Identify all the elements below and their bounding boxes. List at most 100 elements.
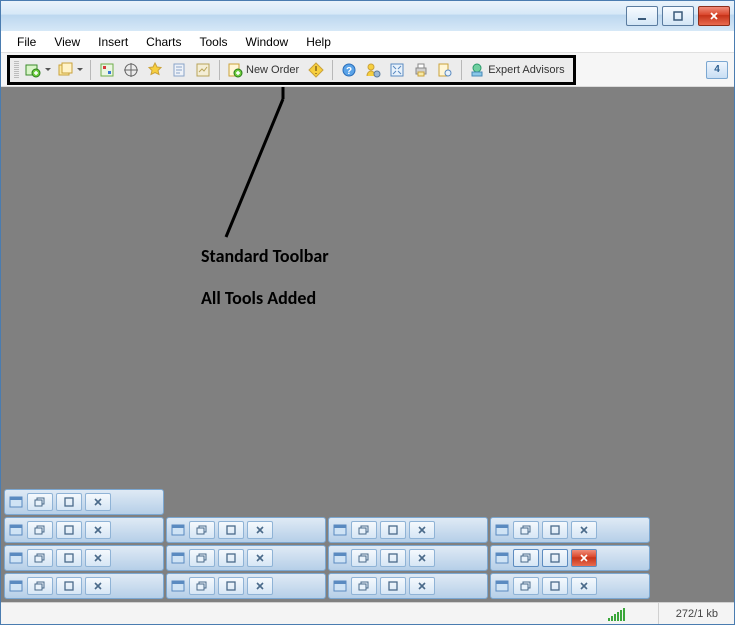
mdi-restore-button[interactable] <box>351 577 377 595</box>
chart-window-icon <box>494 551 510 565</box>
new-order-icon <box>227 62 243 78</box>
mdi-close-button[interactable] <box>85 577 111 595</box>
terminal-button[interactable] <box>168 59 190 81</box>
separator <box>219 60 220 80</box>
mdi-maximize-button[interactable] <box>56 493 82 511</box>
mdi-window[interactable] <box>328 545 488 571</box>
mdi-window[interactable] <box>4 545 164 571</box>
mdi-close-button[interactable] <box>85 521 111 539</box>
mdi-window[interactable] <box>490 573 650 599</box>
new-order-button[interactable]: New Order <box>225 59 303 81</box>
mdi-window[interactable] <box>490 545 650 571</box>
mdi-maximize-button[interactable] <box>218 521 244 539</box>
mdi-restore-button[interactable] <box>189 521 215 539</box>
close-button[interactable] <box>698 6 730 26</box>
fullscreen-button[interactable] <box>386 59 408 81</box>
mdi-restore-button[interactable] <box>189 549 215 567</box>
minimize-button[interactable] <box>626 6 658 26</box>
annotation-line2: All Tools Added <box>201 287 316 309</box>
mdi-close-button[interactable] <box>409 577 435 595</box>
mdi-maximize-button[interactable] <box>542 577 568 595</box>
mdi-close-button[interactable] <box>571 521 597 539</box>
mdi-maximize-button[interactable] <box>380 521 406 539</box>
status-kb: 272/1 kb <box>658 603 728 624</box>
mdi-window[interactable] <box>166 573 326 599</box>
separator <box>461 60 462 80</box>
strategy-tester-button[interactable] <box>192 59 214 81</box>
mdi-close-button[interactable] <box>571 549 597 567</box>
app-window: File View Insert Charts Tools Window Hel… <box>0 0 735 625</box>
mdi-restore-button[interactable] <box>351 521 377 539</box>
chart-window-icon <box>8 551 24 565</box>
menu-help[interactable]: Help <box>298 33 339 51</box>
mdi-window[interactable] <box>4 517 164 543</box>
mdi-window[interactable] <box>4 489 164 515</box>
mdi-maximize-button[interactable] <box>542 521 568 539</box>
mdi-window[interactable] <box>4 573 164 599</box>
notification-badge[interactable]: 4 <box>706 61 728 79</box>
mdi-restore-button[interactable] <box>513 521 539 539</box>
market-watch-icon <box>99 62 115 78</box>
menu-view[interactable]: View <box>46 33 88 51</box>
mdi-close-button[interactable] <box>85 549 111 567</box>
mdi-close-button[interactable] <box>571 577 597 595</box>
mdi-maximize-button[interactable] <box>380 577 406 595</box>
printer-icon <box>413 62 429 78</box>
profiles-icon <box>57 62 73 78</box>
mdi-maximize-button[interactable] <box>56 577 82 595</box>
mdi-close-button[interactable] <box>247 577 273 595</box>
mdi-close-button[interactable] <box>409 521 435 539</box>
mdi-close-button[interactable] <box>85 493 111 511</box>
mdi-restore-button[interactable] <box>513 549 539 567</box>
mdi-window[interactable] <box>490 517 650 543</box>
mdi-maximize-button[interactable] <box>218 549 244 567</box>
mdi-restore-button[interactable] <box>189 577 215 595</box>
mdi-restore-button[interactable] <box>27 521 53 539</box>
menu-window[interactable]: Window <box>238 33 297 51</box>
expert-advisors-button[interactable]: Expert Advisors <box>467 59 568 81</box>
print-button[interactable] <box>410 59 432 81</box>
mdi-restore-button[interactable] <box>27 549 53 567</box>
market-watch-button[interactable] <box>96 59 118 81</box>
profiles-button[interactable] <box>55 59 85 81</box>
new-chart-button[interactable] <box>23 59 53 81</box>
crosshair-icon <box>123 62 139 78</box>
menu-insert[interactable]: Insert <box>90 33 136 51</box>
mdi-close-button[interactable] <box>247 549 273 567</box>
mdi-maximize-button[interactable] <box>380 549 406 567</box>
maximize-button[interactable] <box>662 6 694 26</box>
help-button[interactable]: ? <box>338 59 360 81</box>
mdi-maximize-button[interactable] <box>56 549 82 567</box>
mdi-window[interactable] <box>166 517 326 543</box>
print-preview-button[interactable] <box>434 59 456 81</box>
mdi-restore-button[interactable] <box>27 493 53 511</box>
menu-file[interactable]: File <box>9 33 44 51</box>
mdi-maximize-button[interactable] <box>56 521 82 539</box>
navigator-button[interactable] <box>120 59 142 81</box>
chart-window-icon <box>8 579 24 593</box>
mdi-maximize-button[interactable] <box>218 577 244 595</box>
mdi-restore-button[interactable] <box>513 577 539 595</box>
metaquotes-button[interactable] <box>305 59 327 81</box>
connection-signal-icon <box>608 607 638 621</box>
expert-advisors-icon <box>469 62 485 78</box>
mdi-restore-button[interactable] <box>351 549 377 567</box>
chart-window-icon <box>332 523 348 537</box>
menu-tools[interactable]: Tools <box>192 33 236 51</box>
chart-window-icon <box>170 523 186 537</box>
chart-window-icon <box>332 579 348 593</box>
mdi-close-button[interactable] <box>409 549 435 567</box>
chart-window-icon <box>170 551 186 565</box>
data-window-button[interactable] <box>144 59 166 81</box>
toolbar-grip[interactable] <box>14 61 19 79</box>
mdi-maximize-button[interactable] <box>542 549 568 567</box>
mdi-window[interactable] <box>328 517 488 543</box>
mdi-close-button[interactable] <box>247 521 273 539</box>
mdi-window[interactable] <box>328 573 488 599</box>
separator <box>90 60 91 80</box>
mdi-restore-button[interactable] <box>27 577 53 595</box>
menu-charts[interactable]: Charts <box>138 33 189 51</box>
mdi-window[interactable] <box>166 545 326 571</box>
diamond-alert-icon <box>308 62 324 78</box>
options-button[interactable] <box>362 59 384 81</box>
